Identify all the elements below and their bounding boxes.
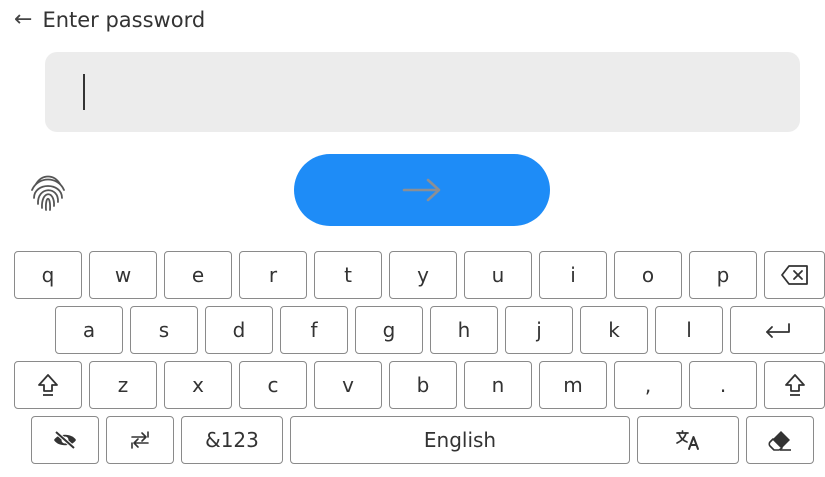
key-b[interactable]: b — [389, 361, 457, 409]
backspace-icon — [780, 265, 808, 285]
key-n[interactable]: n — [464, 361, 532, 409]
key-f[interactable]: f — [280, 306, 348, 354]
space-key[interactable]: English — [290, 416, 630, 464]
fingerprint-icon[interactable] — [24, 168, 72, 216]
key-comma[interactable]: , — [614, 361, 682, 409]
eraser-icon — [768, 431, 791, 451]
key-z[interactable]: z — [89, 361, 157, 409]
back-arrow-icon[interactable]: ← — [14, 9, 32, 31]
key-r[interactable]: r — [239, 251, 307, 299]
key-p[interactable]: p — [689, 251, 757, 299]
header: ← Enter password — [14, 6, 205, 34]
submit-button[interactable] — [294, 154, 550, 226]
key-period[interactable]: . — [689, 361, 757, 409]
enter-icon — [765, 323, 790, 338]
key-o[interactable]: o — [614, 251, 682, 299]
key-y[interactable]: y — [389, 251, 457, 299]
key-e[interactable]: e — [164, 251, 232, 299]
shift-key-left[interactable] — [14, 361, 82, 409]
key-m[interactable]: m — [539, 361, 607, 409]
switch-arrows-icon — [131, 431, 149, 449]
key-s[interactable]: s — [130, 306, 198, 354]
eye-off-icon — [54, 430, 76, 450]
hide-password-key[interactable] — [31, 416, 99, 464]
translate-key[interactable] — [637, 416, 739, 464]
key-h[interactable]: h — [430, 306, 498, 354]
key-u[interactable]: u — [464, 251, 532, 299]
key-q[interactable]: q — [14, 251, 82, 299]
shift-icon — [38, 374, 58, 396]
backspace-key[interactable] — [764, 251, 825, 299]
key-g[interactable]: g — [355, 306, 423, 354]
page-title: Enter password — [42, 8, 206, 32]
key-w[interactable]: w — [89, 251, 157, 299]
key-v[interactable]: v — [314, 361, 382, 409]
key-k[interactable]: k — [580, 306, 648, 354]
key-l[interactable]: l — [655, 306, 723, 354]
key-c[interactable]: c — [239, 361, 307, 409]
enter-key[interactable] — [730, 306, 825, 354]
key-j[interactable]: j — [505, 306, 573, 354]
key-d[interactable]: d — [205, 306, 273, 354]
arrow-right-icon — [402, 178, 441, 202]
key-t[interactable]: t — [314, 251, 382, 299]
password-input[interactable] — [45, 52, 800, 132]
shift-icon — [784, 374, 805, 396]
clear-key[interactable] — [746, 416, 814, 464]
shift-key-right[interactable] — [764, 361, 825, 409]
symbols-key[interactable]: &123 — [181, 416, 283, 464]
key-a[interactable]: a — [55, 306, 123, 354]
text-caret — [83, 74, 85, 110]
translate-icon — [676, 430, 699, 450]
key-x[interactable]: x — [164, 361, 232, 409]
switch-key[interactable] — [106, 416, 174, 464]
key-i[interactable]: i — [539, 251, 607, 299]
